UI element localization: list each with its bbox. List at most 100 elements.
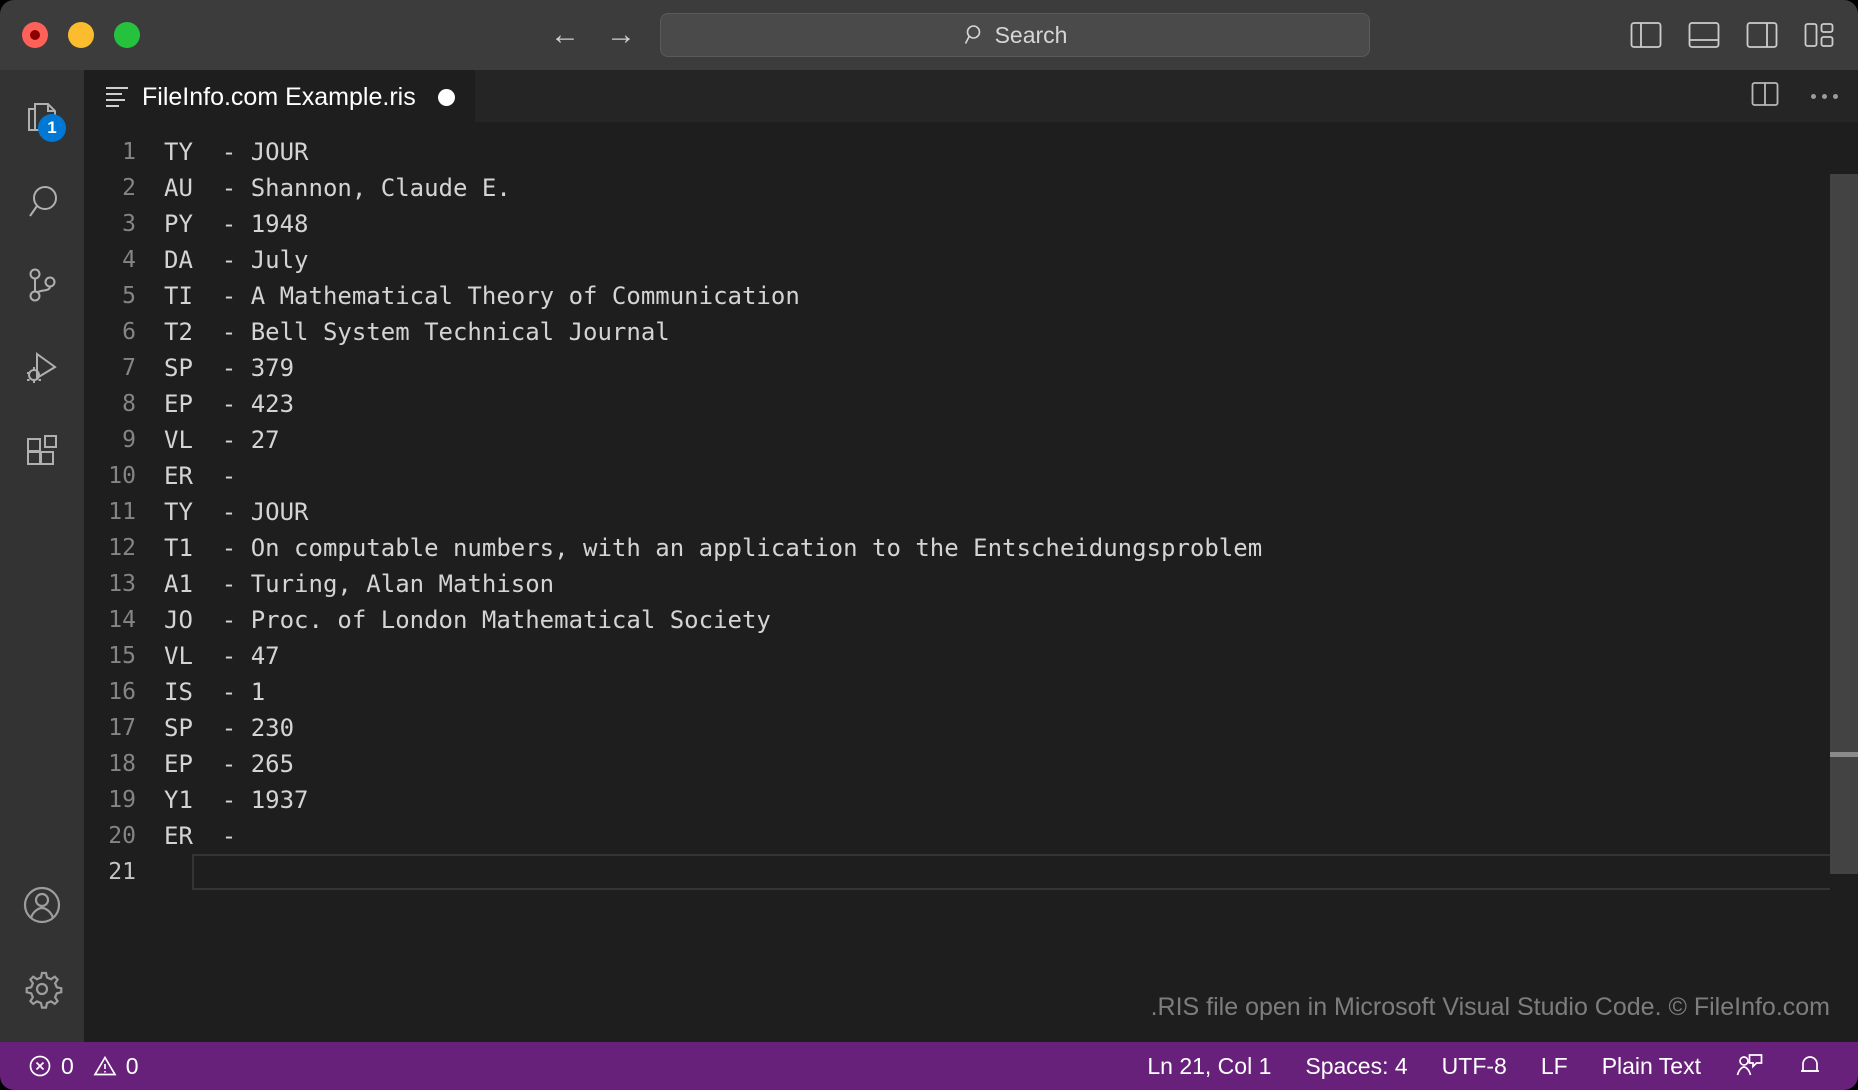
feedback-icon bbox=[1735, 1053, 1763, 1079]
minimize-window-button[interactable] bbox=[68, 22, 94, 48]
code-line[interactable]: 11 TY - JOUR bbox=[84, 494, 1858, 530]
tab-bar: FileInfo.com Example.ris bbox=[84, 70, 1858, 122]
error-icon bbox=[28, 1054, 52, 1078]
line-text: VL - 27 bbox=[164, 426, 280, 454]
search-input[interactable]: Search bbox=[660, 13, 1370, 57]
extensions-icon bbox=[21, 430, 63, 472]
toggle-secondary-sidebar-icon[interactable] bbox=[1746, 21, 1778, 49]
line-number: 12 bbox=[108, 535, 136, 561]
line-number: 18 bbox=[108, 751, 136, 777]
cursor-position[interactable]: Ln 21, Col 1 bbox=[1130, 1042, 1288, 1090]
status-bar-right: Ln 21, Col 1 Spaces: 4 UTF-8 LF Plain Te… bbox=[1130, 1042, 1840, 1090]
line-number: 7 bbox=[122, 355, 136, 381]
gear-icon bbox=[20, 967, 64, 1011]
code-line[interactable]: 17 SP - 230 bbox=[84, 710, 1858, 746]
activity-bar-bottom bbox=[0, 874, 84, 1020]
source-control-icon bbox=[21, 264, 63, 306]
code-line[interactable]: 8 EP - 423 bbox=[84, 386, 1858, 422]
line-number: 11 bbox=[108, 499, 136, 525]
code-line[interactable]: 16 IS - 1 bbox=[84, 674, 1858, 710]
notifications-button[interactable] bbox=[1780, 1042, 1840, 1090]
code-line[interactable]: 15 VL - 47 bbox=[84, 638, 1858, 674]
line-text: IS - 1 bbox=[164, 678, 266, 706]
line-number: 1 bbox=[122, 139, 136, 165]
go-back-icon[interactable]: ← bbox=[550, 20, 580, 50]
line-text: ER - bbox=[164, 822, 237, 850]
code-line[interactable]: 13 A1 - Turing, Alan Mathison bbox=[84, 566, 1858, 602]
indentation-status[interactable]: Spaces: 4 bbox=[1288, 1042, 1424, 1090]
code-line[interactable]: 9 VL - 27 bbox=[84, 422, 1858, 458]
navigation-buttons: ← → bbox=[550, 20, 636, 50]
line-number: 2 bbox=[122, 175, 136, 201]
line-text: TI - A Mathematical Theory of Communicat… bbox=[164, 282, 800, 310]
scrollbar-thumb[interactable] bbox=[1830, 174, 1858, 874]
editor-actions bbox=[1751, 70, 1838, 122]
encoding-status[interactable]: UTF-8 bbox=[1425, 1042, 1524, 1090]
run-debug-icon bbox=[21, 347, 63, 389]
close-window-button[interactable] bbox=[22, 22, 48, 48]
code-line[interactable]: 4 DA - July bbox=[84, 242, 1858, 278]
sidebar-item-settings[interactable] bbox=[0, 958, 84, 1020]
language-mode-status[interactable]: Plain Text bbox=[1585, 1042, 1718, 1090]
line-number: 3 bbox=[122, 211, 136, 237]
line-text: T1 - On computable numbers, with an appl… bbox=[164, 534, 1263, 562]
code-line[interactable]: 14 JO - Proc. of London Mathematical Soci… bbox=[84, 602, 1858, 638]
code-line[interactable]: 21 bbox=[84, 854, 1858, 890]
code-line[interactable]: 6 T2 - Bell System Technical Journal bbox=[84, 314, 1858, 350]
code-line[interactable]: 18 EP - 265 bbox=[84, 746, 1858, 782]
toggle-panel-icon[interactable] bbox=[1688, 21, 1720, 49]
sidebar-item-explorer[interactable]: 1 bbox=[0, 88, 84, 150]
line-text: EP - 265 bbox=[164, 750, 295, 778]
vscode-window: ← → Search 1 FileInfo.com Example.ris 1 … bbox=[0, 0, 1858, 1090]
more-actions-icon[interactable] bbox=[1811, 93, 1838, 99]
search-icon bbox=[963, 23, 987, 47]
code-line[interactable]: 7 SP - 379 bbox=[84, 350, 1858, 386]
customize-layout-icon[interactable] bbox=[1804, 21, 1834, 49]
feedback-button[interactable] bbox=[1718, 1042, 1780, 1090]
sidebar-item-extensions[interactable] bbox=[0, 420, 84, 482]
line-number: 8 bbox=[122, 391, 136, 417]
line-number: 19 bbox=[108, 787, 136, 813]
problems-status[interactable]: 0 0 bbox=[18, 1042, 149, 1090]
code-line[interactable]: 12 T1 - On computable numbers, with an ap… bbox=[84, 530, 1858, 566]
code-line[interactable]: 19 Y1 - 1937 bbox=[84, 782, 1858, 818]
line-number: 6 bbox=[122, 319, 136, 345]
tab-fileinfo-example-ris[interactable]: FileInfo.com Example.ris bbox=[84, 70, 475, 122]
sidebar-item-search[interactable] bbox=[0, 171, 84, 233]
line-number: 15 bbox=[108, 643, 136, 669]
code-line[interactable]: 5 TI - A Mathematical Theory of Communica… bbox=[84, 278, 1858, 314]
code-line[interactable]: 3 PY - 1948 bbox=[84, 206, 1858, 242]
line-number: 9 bbox=[122, 427, 136, 453]
code-editor[interactable]: 1 TY - JOUR 2 AU - Shannon, Claude E. 3 PY - … bbox=[84, 122, 1858, 1042]
error-count: 0 bbox=[61, 1052, 74, 1079]
unsaved-indicator[interactable] bbox=[437, 88, 455, 106]
line-text: JO - Proc. of London Mathematical Societ… bbox=[164, 606, 771, 634]
go-forward-icon[interactable]: → bbox=[606, 20, 636, 50]
code-line[interactable]: 10 ER - bbox=[84, 458, 1858, 494]
code-line[interactable]: 2 AU - Shannon, Claude E. bbox=[84, 170, 1858, 206]
line-number: 21 bbox=[108, 859, 136, 885]
search-placeholder: Search bbox=[994, 21, 1068, 48]
sidebar-item-run-and-debug[interactable] bbox=[0, 337, 84, 399]
file-icon bbox=[106, 87, 128, 107]
line-number: 4 bbox=[122, 247, 136, 273]
activity-bar-top: 1 bbox=[0, 88, 84, 482]
line-number: 10 bbox=[108, 463, 136, 489]
line-number: 16 bbox=[108, 679, 136, 705]
scrollbar-marker bbox=[1830, 752, 1858, 757]
warning-count: 0 bbox=[125, 1052, 139, 1079]
code-line[interactable]: 1 TY - JOUR bbox=[84, 134, 1858, 170]
activity-bar: 1 bbox=[0, 70, 84, 1042]
editor-vertical-scrollbar[interactable] bbox=[1830, 174, 1858, 1042]
eol-status[interactable]: LF bbox=[1524, 1042, 1585, 1090]
code-line[interactable]: 20 ER - bbox=[84, 818, 1858, 854]
code-content: 1 TY - JOUR 2 AU - Shannon, Claude E. 3 PY - … bbox=[84, 134, 1858, 890]
line-text: SP - 230 bbox=[164, 714, 295, 742]
sidebar-item-accounts[interactable] bbox=[0, 874, 84, 936]
split-editor-icon[interactable] bbox=[1751, 81, 1779, 112]
tab-label: FileInfo.com Example.ris bbox=[142, 82, 416, 111]
line-number: 20 bbox=[108, 823, 136, 849]
maximize-window-button[interactable] bbox=[114, 22, 140, 48]
toggle-primary-sidebar-icon[interactable] bbox=[1630, 21, 1662, 49]
sidebar-item-source-control[interactable] bbox=[0, 254, 84, 316]
